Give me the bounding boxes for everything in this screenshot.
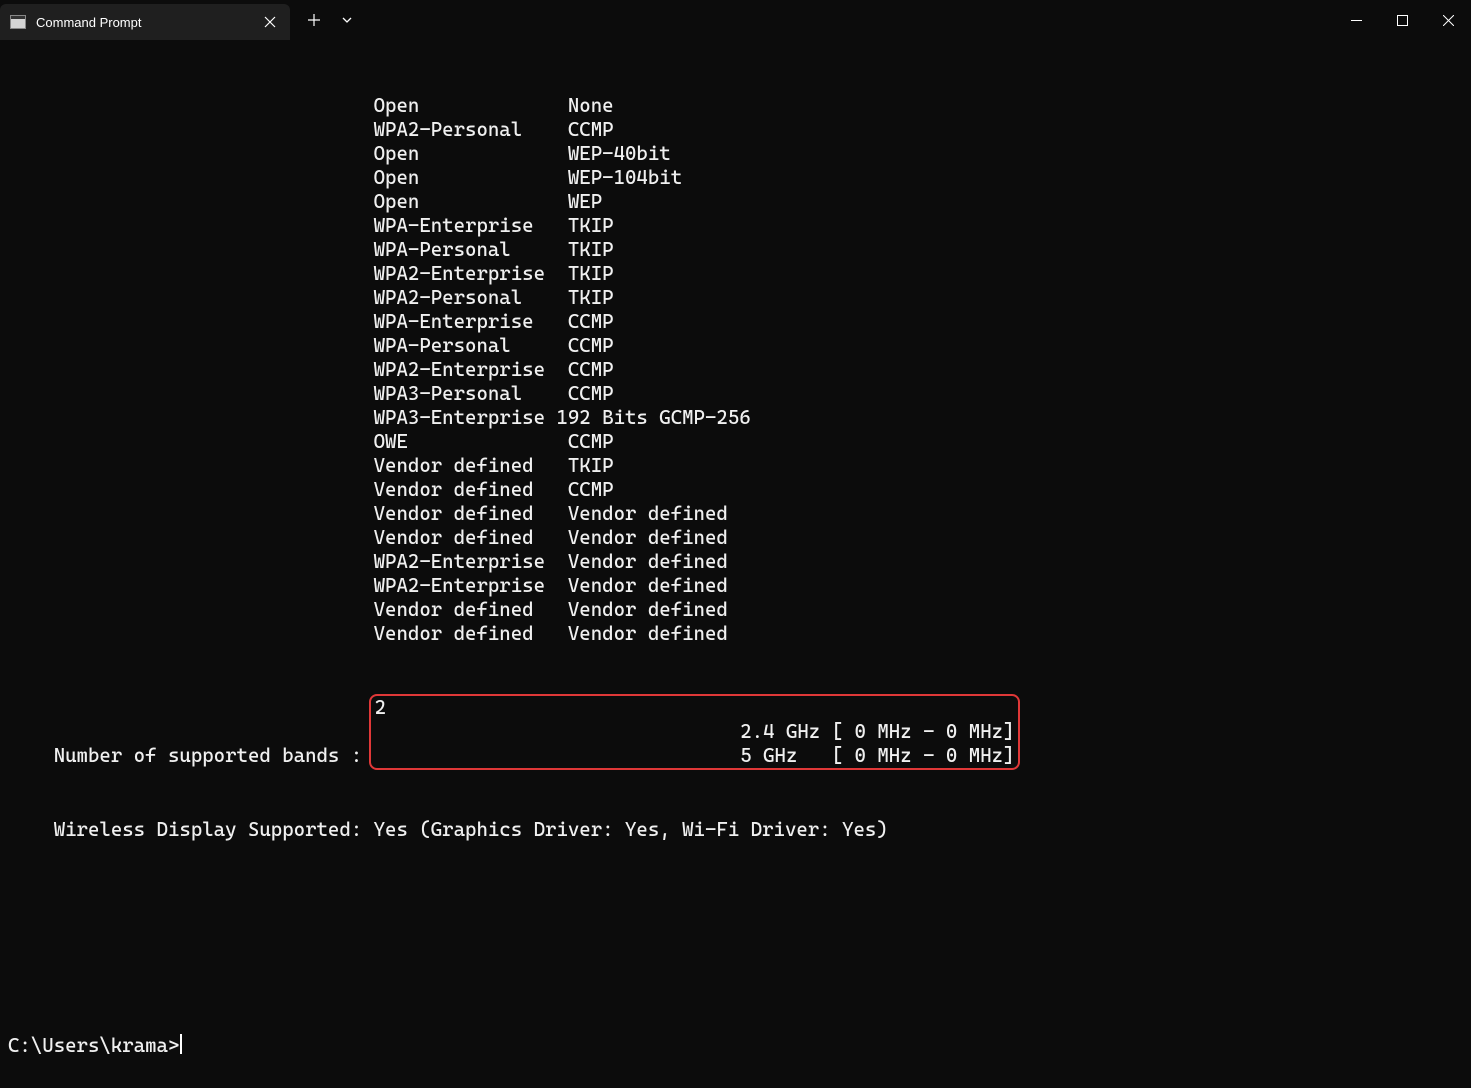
- cipher-row: WPA-Enterprise TKIP: [8, 214, 1463, 238]
- cipher-list: Open None WPA2-Personal CCMP Open WEP-40…: [8, 94, 1463, 646]
- cipher-row: Vendor defined Vendor defined: [8, 502, 1463, 526]
- cmd-icon: [10, 15, 26, 29]
- bands-count-row: Number of supported bands : 2 2.4 GHz [ …: [8, 694, 1463, 770]
- cipher-row: Vendor defined TKIP: [8, 454, 1463, 478]
- cipher-row: WPA3-Enterprise 192 Bits GCMP-256: [8, 406, 1463, 430]
- cipher-row: WPA2-Enterprise TKIP: [8, 262, 1463, 286]
- cipher-row: WPA-Enterprise CCMP: [8, 310, 1463, 334]
- cipher-row: WPA-Personal TKIP: [8, 238, 1463, 262]
- tab-dropdown-button[interactable]: [332, 2, 362, 38]
- cipher-row: Open None: [8, 94, 1463, 118]
- new-tab-button[interactable]: [296, 2, 332, 38]
- bands-label: Number of supported bands :: [8, 744, 374, 767]
- wireless-display-row: Wireless Display Supported: Yes (Graphic…: [8, 818, 1463, 842]
- cursor: [180, 1034, 182, 1054]
- cipher-row: WPA2-Personal CCMP: [8, 118, 1463, 142]
- prompt-row: C:\Users\krama>: [8, 1034, 1463, 1058]
- cipher-row: Vendor defined Vendor defined: [8, 526, 1463, 550]
- blank-row: [8, 890, 1463, 914]
- cipher-row: Open WEP-104bit: [8, 166, 1463, 190]
- prompt-text: C:\Users\krama>: [8, 1034, 179, 1058]
- window-controls: [1333, 0, 1471, 40]
- bands-highlight: 2 2.4 GHz [ 0 MHz - 0 MHz] 5 GHz [ 0 MHz…: [369, 694, 1021, 770]
- cipher-row: Vendor defined Vendor defined: [8, 598, 1463, 622]
- close-tab-button[interactable]: [260, 12, 280, 32]
- wireless-display-value: Yes (Graphics Driver: Yes, Wi-Fi Driver:…: [374, 818, 888, 842]
- active-tab[interactable]: Command Prompt: [0, 4, 290, 40]
- cipher-row: WPA2-Enterprise CCMP: [8, 358, 1463, 382]
- cipher-row: WPA-Personal CCMP: [8, 334, 1463, 358]
- close-window-button[interactable]: [1425, 0, 1471, 40]
- blank-row-2: [8, 962, 1463, 986]
- cipher-row: Vendor defined Vendor defined: [8, 622, 1463, 646]
- terminal-output[interactable]: Open None WPA2-Personal CCMP Open WEP-40…: [0, 40, 1471, 1088]
- titlebar: Command Prompt: [0, 0, 1471, 40]
- titlebar-left: Command Prompt: [0, 0, 362, 40]
- wireless-display-label: Wireless Display Supported:: [8, 818, 374, 842]
- maximize-button[interactable]: [1379, 0, 1425, 40]
- cipher-row: Open WEP-40bit: [8, 142, 1463, 166]
- cipher-row: WPA3-Personal CCMP: [8, 382, 1463, 406]
- cipher-row: WPA2-Enterprise Vendor defined: [8, 550, 1463, 574]
- cipher-row: Vendor defined CCMP: [8, 478, 1463, 502]
- minimize-button[interactable]: [1333, 0, 1379, 40]
- tab-title: Command Prompt: [36, 15, 250, 30]
- cipher-row: OWE CCMP: [8, 430, 1463, 454]
- cipher-row: WPA2-Personal TKIP: [8, 286, 1463, 310]
- cipher-row: Open WEP: [8, 190, 1463, 214]
- cipher-row: WPA2-Enterprise Vendor defined: [8, 574, 1463, 598]
